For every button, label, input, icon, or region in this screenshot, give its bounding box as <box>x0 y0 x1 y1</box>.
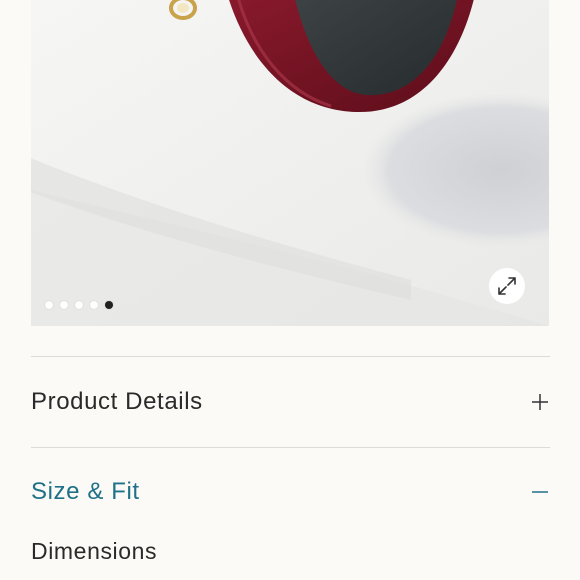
accordion-product-details[interactable]: Product Details <box>31 382 550 422</box>
plus-icon[interactable] <box>530 392 550 412</box>
accordion-title-size-fit: Size & Fit <box>31 478 140 505</box>
product-page: Product Details Size & Fit Dimensions <box>0 0 580 580</box>
accordion-size-fit[interactable]: Size & Fit <box>31 472 550 512</box>
dimensions-heading: Dimensions <box>31 538 158 564</box>
pagination-dot[interactable] <box>45 301 53 309</box>
product-photo <box>31 0 549 326</box>
product-image-gallery[interactable] <box>31 0 549 326</box>
pagination-dot[interactable] <box>75 301 83 309</box>
expand-arrows-icon <box>498 277 516 295</box>
gallery-pagination <box>45 300 113 310</box>
accordion-title-product-details: Product Details <box>31 388 203 415</box>
pagination-dot[interactable] <box>60 301 68 309</box>
divider <box>31 356 550 357</box>
minus-icon[interactable] <box>530 482 550 502</box>
pagination-dot-active[interactable] <box>105 301 113 309</box>
expand-image-button[interactable] <box>489 268 525 304</box>
pagination-dot[interactable] <box>90 301 98 309</box>
divider <box>31 447 550 448</box>
